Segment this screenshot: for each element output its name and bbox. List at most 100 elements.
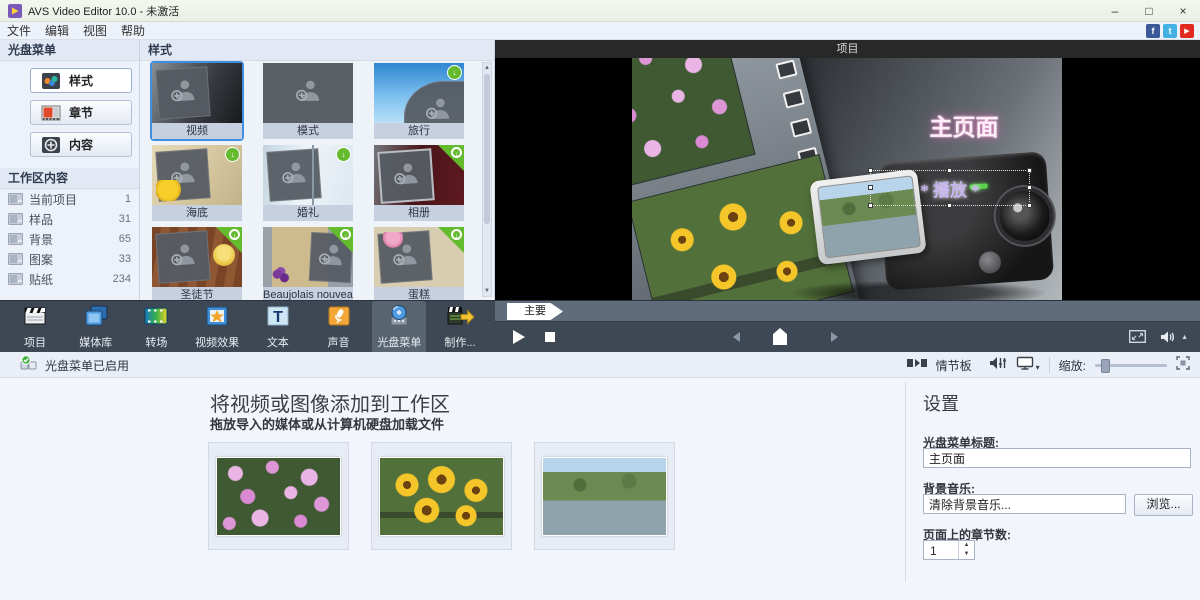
- scrollbar-thumb[interactable]: [484, 74, 490, 224]
- download-arrow-icon: ↓: [229, 229, 240, 240]
- window-maximize-button[interactable]: □: [1132, 0, 1166, 22]
- list-item-当前项目[interactable]: 当前项目1: [0, 189, 139, 209]
- workspace-title: 将视频或图像添加到工作区: [210, 388, 450, 417]
- previous-chapter-icon[interactable]: [733, 332, 740, 342]
- monitor-caret-icon[interactable]: ▾: [1036, 363, 1040, 372]
- zoom-label: 缩放:: [1059, 357, 1086, 374]
- toolbar-item-光盘菜单[interactable]: 光盘菜单: [372, 301, 426, 353]
- style-thumbnail-海底[interactable]: ↓海底: [152, 145, 242, 221]
- download-arrow-icon: ↓: [451, 147, 462, 158]
- toolbar-item-label: 光盘菜单: [377, 334, 421, 350]
- fit-to-screen-icon[interactable]: [1176, 356, 1190, 375]
- fullscreen-icon[interactable]: [1129, 330, 1146, 343]
- style-thumbnail-label: 相册: [374, 205, 464, 221]
- menu-item-0[interactable]: 文件: [0, 24, 38, 38]
- media-card[interactable]: [371, 442, 512, 550]
- audio-mixer-icon[interactable]: [989, 356, 1007, 375]
- zoom-slider[interactable]: [1095, 358, 1167, 372]
- disc-menu-workspace: 将视频或图像添加到工作区 拖放导入的媒体或从计算机硬盘加载文件 设置 光盘菜单标…: [0, 378, 1200, 600]
- style-thumbnail-视频[interactable]: 视频: [152, 63, 242, 139]
- underwater-thumbnail-image: ↓: [152, 145, 242, 205]
- stop-button[interactable]: [545, 332, 555, 342]
- style-thumbnail-模式[interactable]: 模式: [263, 63, 353, 139]
- zoom-slider-thumb[interactable]: [1101, 359, 1110, 373]
- volume-caret-icon[interactable]: ▲: [1181, 334, 1188, 341]
- youtube-icon[interactable]: ▶: [1180, 24, 1194, 38]
- style-thumbnail-label: 婚礼: [263, 205, 353, 221]
- media-card[interactable]: [208, 442, 349, 550]
- toolbar-item-制作...[interactable]: 制作...: [433, 301, 487, 353]
- chapter-marker-icon[interactable]: [773, 328, 787, 345]
- tab-main[interactable]: 主要: [507, 303, 563, 320]
- spinner-down-icon[interactable]: ▼: [959, 550, 974, 559]
- toolbar-item-声音[interactable]: 声音: [312, 301, 366, 353]
- download-badge: ↓: [336, 147, 351, 162]
- list-item-样品[interactable]: 样品31: [0, 209, 139, 229]
- video-effects-icon: [203, 304, 231, 333]
- list-item-贴纸[interactable]: 贴纸234: [0, 269, 139, 289]
- player-controls: ▲: [495, 322, 1200, 353]
- preview-header: 项目: [495, 40, 1200, 59]
- purple-flowers-photo: [632, 58, 756, 191]
- monitor-mode-icon[interactable]: ▾: [1016, 356, 1040, 375]
- toolbar-item-项目[interactable]: 项目: [8, 301, 62, 353]
- toolbar-item-文本[interactable]: T文本: [251, 301, 305, 353]
- style-thumbnail-相册[interactable]: ↓ 相册: [374, 145, 464, 221]
- style-thumbnail-Beaujolais nouveau[interactable]: ↓Beaujolais nouveau: [263, 227, 353, 300]
- style-thumbnail-蛋糕[interactable]: ↓蛋糕: [374, 227, 464, 300]
- play-menu-item[interactable]: * 播放 *: [870, 170, 1030, 206]
- styles-panel-header: 样式: [140, 40, 494, 61]
- photo-placeholder: [404, 81, 464, 123]
- status-left: 光盘菜单已启用: [18, 352, 129, 378]
- menu-title-text[interactable]: 主页面: [884, 108, 1044, 142]
- window-minimize-button[interactable]: –: [1098, 0, 1132, 22]
- storyboard-label[interactable]: 情节板: [936, 357, 972, 374]
- person-placeholder-icon: [292, 77, 324, 109]
- toolbar-item-视频效果[interactable]: 视频效果: [190, 301, 244, 353]
- scroll-up-icon[interactable]: ▲: [483, 63, 491, 73]
- scroll-down-icon[interactable]: ▼: [483, 286, 491, 296]
- volume-icon[interactable]: [1160, 330, 1176, 344]
- style-thumbnail-圣徒节[interactable]: ↓圣徒节: [152, 227, 242, 300]
- media-card[interactable]: [534, 442, 675, 550]
- sidebar-button-内容[interactable]: 内容: [30, 132, 132, 157]
- disc-menu-enabled-icon: [18, 355, 39, 376]
- photo-placeholder: [156, 148, 212, 202]
- social-icons: ft▶: [1146, 24, 1194, 38]
- download-badge: ↓: [447, 65, 462, 80]
- cake-thumbnail-image: ↓: [374, 227, 464, 287]
- toolbar-item-媒体库[interactable]: 媒体库: [69, 301, 123, 353]
- scrollbar[interactable]: ▲ ▼: [482, 62, 492, 297]
- wedding-thumbnail-image: ↓: [263, 145, 353, 205]
- toolbar-tabs: 项目媒体库转场视频效果T文本声音光盘菜单制作...: [0, 301, 495, 353]
- menu-item-2[interactable]: 视图: [76, 24, 114, 38]
- sidebar-buttons: 样式章节内容: [0, 61, 139, 168]
- storyboard-icon[interactable]: [907, 356, 927, 374]
- style-thumbnail-旅行[interactable]: ↓旅行: [374, 63, 464, 139]
- menu-item-3[interactable]: 帮助: [114, 24, 152, 38]
- status-bar: 光盘菜单已启用 情节板 ▾ 缩放:: [0, 352, 1200, 378]
- chapters-count-spinner[interactable]: 1 ▲ ▼: [923, 540, 975, 560]
- video-thumbnail-image: [152, 63, 242, 123]
- twitter-icon[interactable]: t: [1163, 24, 1177, 38]
- browse-button[interactable]: 浏览...: [1134, 494, 1193, 516]
- menu-item-1[interactable]: 编辑: [38, 24, 76, 38]
- list-item-背景[interactable]: 背景65: [0, 229, 139, 249]
- spinner-up-icon[interactable]: ▲: [959, 541, 974, 550]
- status-right: 情节板 ▾ 缩放:: [907, 352, 1190, 378]
- toolbar-item-转场[interactable]: 转场: [129, 301, 183, 353]
- disc-menu-title-input[interactable]: [923, 448, 1191, 468]
- thumbnail-folder-icon: [8, 253, 23, 265]
- style-thumbnail-婚礼[interactable]: ↓ 婚礼: [263, 145, 353, 221]
- sidebar-button-章节[interactable]: 章节: [30, 100, 132, 125]
- window-close-button[interactable]: ×: [1166, 0, 1200, 22]
- background-music-input[interactable]: [923, 494, 1126, 514]
- facebook-icon[interactable]: f: [1146, 24, 1160, 38]
- sidebar-button-样式[interactable]: 样式: [30, 68, 132, 93]
- person-placeholder-icon: [167, 240, 201, 274]
- status-message: 光盘菜单已启用: [45, 357, 129, 374]
- list-item-图案[interactable]: 图案33: [0, 249, 139, 269]
- play-button[interactable]: [513, 330, 525, 344]
- camcorder-graphic: [768, 143, 1062, 300]
- next-chapter-icon[interactable]: [831, 332, 838, 342]
